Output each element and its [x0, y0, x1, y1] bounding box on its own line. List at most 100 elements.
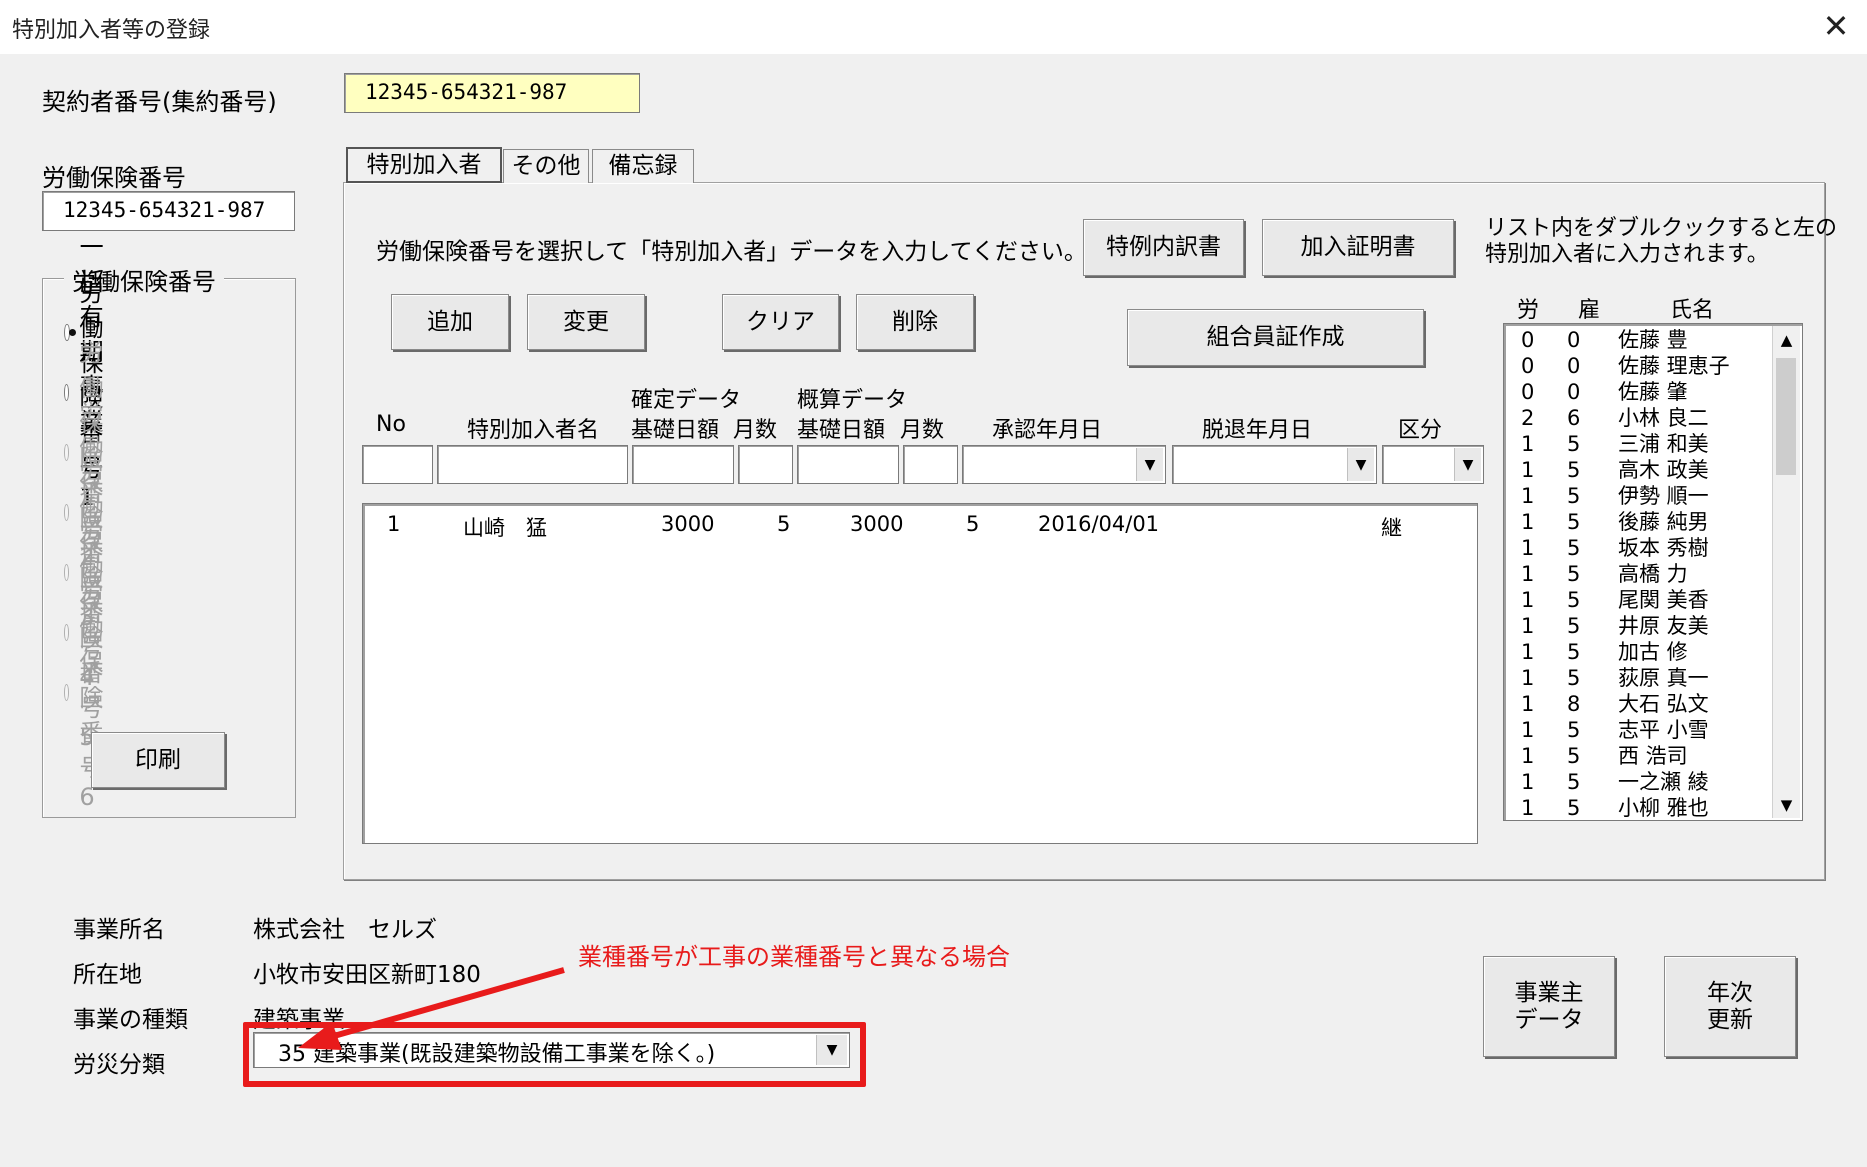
list-item-labor: 2	[1521, 406, 1535, 430]
list-item[interactable]: 1 5 坂本 秀樹	[1504, 535, 1774, 561]
annual-update-button[interactable]: 年次 更新	[1664, 956, 1796, 1057]
add-button[interactable]: 追加	[391, 294, 509, 350]
print-button[interactable]: 印刷	[91, 732, 225, 788]
list-item-employment: 8	[1567, 692, 1581, 716]
clear-button[interactable]: クリア	[722, 294, 839, 350]
withdrawal-date-combo[interactable]: ▼	[1172, 445, 1377, 484]
list-item-labor: 1	[1521, 718, 1535, 742]
contract-number-label: 契約者番号(集約番号)	[42, 88, 277, 116]
list-item[interactable]: 0 0 佐藤 肇	[1504, 379, 1774, 405]
list-item-employment: 5	[1567, 640, 1581, 664]
business-type-label: 事業の種類	[73, 1007, 188, 1033]
list-item-labor: 1	[1521, 432, 1535, 456]
chevron-down-icon[interactable]: ▼	[1136, 448, 1163, 481]
list-item[interactable]: 1 5 井原 友美	[1504, 613, 1774, 639]
list-item-name: 小柳 雅也	[1618, 796, 1709, 820]
list-item[interactable]: 0 0 佐藤 理恵子	[1504, 353, 1774, 379]
labor-insurance-field[interactable]: 12345-654321-987	[42, 191, 295, 231]
tab-other[interactable]: その他	[503, 149, 589, 183]
radio-icon	[64, 383, 70, 401]
enrollment-certificate-button[interactable]: 加入証明書	[1262, 219, 1454, 276]
close-icon[interactable]: ✕	[1818, 6, 1854, 46]
list-item[interactable]: 1 5 尾関 美香	[1504, 587, 1774, 613]
member-listbox[interactable]: 0 0 佐藤 豊 0 0 佐藤 理恵子 0 0 佐藤 肇 2 6 小林 良二 1 5 三浦 和美 1 5 高木 政…	[1503, 323, 1803, 821]
employer-data-label-2: データ	[1514, 1006, 1584, 1033]
list-item-name: 尾関 美香	[1618, 588, 1709, 612]
category-combo[interactable]: ▼	[1382, 445, 1484, 484]
list-item-name: 佐藤 肇	[1618, 380, 1688, 404]
scroll-down-icon[interactable]: ▼	[1773, 791, 1800, 818]
input-no[interactable]	[362, 445, 433, 484]
change-button[interactable]: 変更	[527, 294, 645, 350]
header-months-2: 月数	[900, 418, 945, 443]
office-name-label: 事業所名	[73, 917, 165, 943]
list-item[interactable]: 1 5 後藤 純男	[1504, 509, 1774, 535]
approval-date-combo[interactable]: ▼	[962, 445, 1166, 484]
radio-icon	[64, 683, 70, 701]
input-months[interactable]	[738, 445, 793, 484]
list-item-employment: 0	[1567, 380, 1581, 404]
side-list-note-line2: 特別加入者に入力されます。	[1485, 242, 1769, 267]
list-item[interactable]: 1 5 一之瀬 綾	[1504, 769, 1774, 795]
list-item[interactable]: 1 8 大石 弘文	[1504, 691, 1774, 717]
list-item[interactable]: 1 5 西 浩司	[1504, 743, 1774, 769]
chevron-down-icon[interactable]: ▼	[1454, 448, 1481, 481]
header-base-daily: 基礎日額	[631, 418, 720, 443]
scroll-up-icon[interactable]: ▲	[1773, 326, 1800, 353]
header-name: 特別加入者名	[467, 418, 600, 443]
list-item[interactable]: 1 5 加古 修	[1504, 639, 1774, 665]
list-item-name: 佐藤 理恵子	[1618, 354, 1730, 378]
radio-icon	[64, 623, 70, 641]
list-item-labor: 1	[1521, 614, 1535, 638]
member-card-button[interactable]: 組合員証作成	[1127, 309, 1424, 366]
list-item-labor: 1	[1521, 770, 1535, 794]
annual-update-label-2: 更新	[1707, 1006, 1753, 1033]
list-item-name: 伊勢 順一	[1618, 484, 1709, 508]
list-item-employment: 5	[1567, 536, 1581, 560]
annotation-text: 業種番号が工事の業種番号と異なる場合	[578, 943, 1010, 971]
list-item[interactable]: 2 6 小林 良二	[1504, 405, 1774, 431]
chevron-down-icon[interactable]: ▼	[1347, 448, 1374, 481]
contract-number-field[interactable]: 12345-654321-987	[344, 73, 640, 113]
scroll-thumb[interactable]	[1776, 358, 1796, 475]
input-base-daily-2[interactable]	[797, 445, 899, 484]
list-item[interactable]: 1 5 三浦 和美	[1504, 431, 1774, 457]
title-bar	[0, 0, 1867, 54]
tab-special-members[interactable]: 特別加入者	[346, 147, 502, 183]
member-list-scrollbar[interactable]: ▲ ▼	[1772, 326, 1800, 818]
list-item-name: 後藤 純男	[1618, 510, 1709, 534]
list-item-employment: 5	[1567, 484, 1581, 508]
record-category: 継	[1381, 516, 1402, 540]
list-item[interactable]: 1 5 荻原 真一	[1504, 665, 1774, 691]
list-item-labor: 1	[1521, 536, 1535, 560]
list-item[interactable]: 1 5 志平 小雪	[1504, 717, 1774, 743]
list-item-employment: 5	[1567, 614, 1581, 638]
input-months-2[interactable]	[903, 445, 958, 484]
list-item[interactable]: 1 5 高橋 力	[1504, 561, 1774, 587]
table-row[interactable]: 1 山崎 猛 3000 5 3000 5 2016/04/01 継	[363, 512, 1473, 540]
tab-memo[interactable]: 備忘録	[592, 149, 694, 183]
list-item[interactable]: 0 0 佐藤 豊	[1504, 327, 1774, 353]
records-listbox[interactable]: 1 山崎 猛 3000 5 3000 5 2016/04/01 継	[362, 503, 1478, 844]
list-item-labor: 1	[1521, 562, 1535, 586]
member-list-rows: 0 0 佐藤 豊 0 0 佐藤 理恵子 0 0 佐藤 肇 2 6 小林 良二 1 5 三浦 和美 1 5 高木 政…	[1504, 327, 1774, 820]
exception-breakdown-button[interactable]: 特例内訳書	[1083, 219, 1244, 276]
side-header-labor: 労	[1517, 298, 1540, 323]
radio-icon	[64, 443, 70, 461]
chevron-down-icon[interactable]: ▼	[816, 1035, 847, 1065]
list-item-labor: 0	[1521, 354, 1535, 378]
list-item-employment: 5	[1567, 666, 1581, 690]
list-item[interactable]: 1 5 小柳 雅也	[1504, 795, 1774, 820]
list-item-name: 大石 弘文	[1618, 692, 1709, 716]
employer-data-button[interactable]: 事業主 データ	[1483, 956, 1615, 1057]
input-name[interactable]	[437, 445, 628, 484]
list-item-labor: 1	[1521, 796, 1535, 820]
side-list-note-line1: リスト内をダブルクックすると左の	[1485, 216, 1838, 241]
list-item-name: 小林 良二	[1618, 406, 1709, 430]
header-category: 区分	[1398, 418, 1443, 443]
delete-button[interactable]: 削除	[856, 294, 974, 350]
input-base-daily[interactable]	[632, 445, 734, 484]
header-confirmed-data: 確定データ	[631, 388, 742, 413]
list-item[interactable]: 1 5 伊勢 順一	[1504, 483, 1774, 509]
list-item[interactable]: 1 5 高木 政美	[1504, 457, 1774, 483]
